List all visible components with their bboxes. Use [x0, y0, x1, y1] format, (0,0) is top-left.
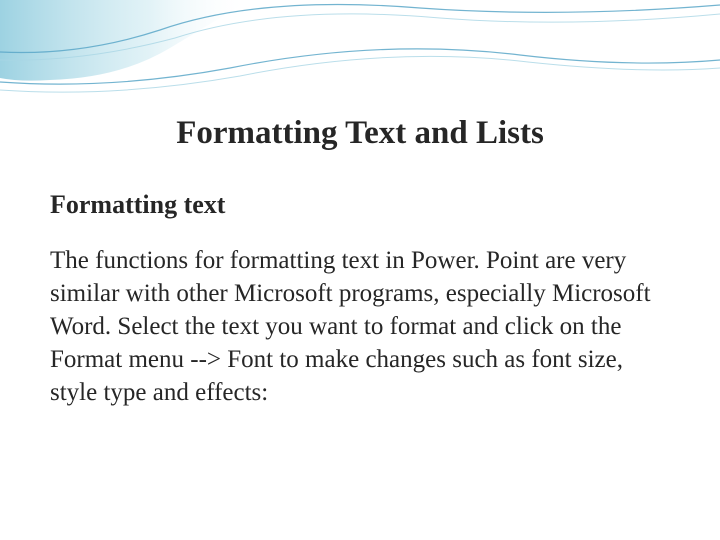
body-paragraph: The functions for formatting text in Pow… [50, 244, 670, 409]
section-subheading: Formatting text [50, 190, 670, 220]
slide-content: Formatting Text and Lists Formatting tex… [0, 0, 720, 449]
slide-title: Formatting Text and Lists [50, 115, 670, 152]
